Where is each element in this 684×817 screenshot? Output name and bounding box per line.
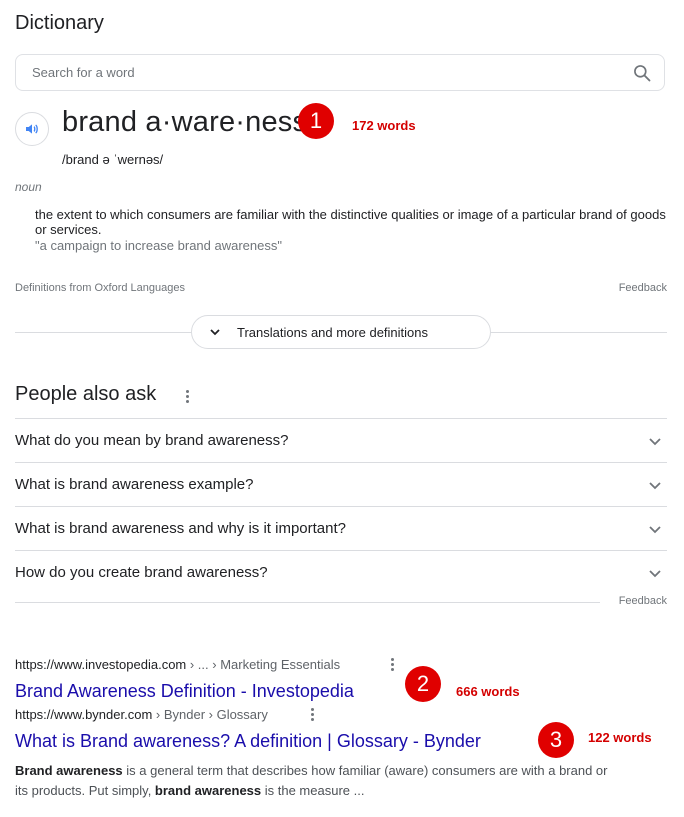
- result-title-link[interactable]: Brand Awareness Definition - Investopedi…: [15, 681, 354, 702]
- result-url-domain: https://www.investopedia.com: [15, 657, 187, 672]
- result-url[interactable]: https://www.investopedia.com › ... › Mar…: [15, 657, 340, 672]
- translations-label: Translations and more definitions: [237, 324, 429, 340]
- chevron-down-icon: [649, 526, 661, 534]
- result-title-link[interactable]: What is Brand awareness? A definition | …: [15, 731, 481, 752]
- result-url-path: › Bynder › Glossary: [152, 707, 268, 722]
- dictionary-search-box[interactable]: [15, 54, 665, 91]
- annotation-word-count-1: 172 words: [352, 118, 416, 133]
- feedback-link[interactable]: Feedback: [619, 595, 667, 607]
- annotation-badge-2: 2: [405, 666, 441, 702]
- chevron-down-icon: [649, 438, 661, 446]
- divider: [15, 602, 600, 603]
- phonetic: /brand ə ˈwernəs/: [62, 152, 164, 167]
- paa-question: What is brand awareness and why is it im…: [15, 520, 346, 537]
- paa-question-row[interactable]: How do you create brand awareness?: [15, 550, 667, 594]
- more-options-icon[interactable]: [186, 390, 190, 405]
- chevron-down-icon: [210, 329, 220, 336]
- paa-question: What is brand awareness example?: [15, 476, 254, 493]
- translations-button[interactable]: Translations and more definitions: [191, 315, 491, 349]
- paa-question-row[interactable]: What is brand awareness example?: [15, 462, 667, 506]
- annotation-word-count-3: 122 words: [588, 730, 652, 745]
- annotation-word-count-2: 666 words: [456, 684, 520, 699]
- dictionary-title: Dictionary: [15, 12, 104, 34]
- result-url[interactable]: https://www.bynder.com › Bynder › Glossa…: [15, 707, 268, 722]
- snippet-text: is the measure ...: [261, 783, 365, 798]
- annotation-badge-3: 3: [538, 722, 574, 758]
- snippet-bold: Brand awareness: [15, 763, 123, 778]
- search-input[interactable]: [30, 64, 614, 81]
- search-icon[interactable]: [632, 63, 652, 83]
- chevron-down-icon: [649, 570, 661, 578]
- result-more-options-icon[interactable]: [391, 658, 395, 673]
- result-more-options-icon[interactable]: [311, 708, 315, 723]
- chevron-down-icon: [649, 482, 661, 490]
- example-text: "a campaign to increase brand awareness": [35, 238, 282, 253]
- part-of-speech: noun: [15, 180, 42, 194]
- headword: brand a·ware·ness: [62, 106, 308, 138]
- feedback-link[interactable]: Feedback: [619, 282, 667, 294]
- result-url-path: › ... › Marketing Essentials: [186, 657, 341, 672]
- speaker-icon: [26, 124, 38, 134]
- definitions-source: Definitions from Oxford Languages: [15, 282, 185, 294]
- snippet-bold: brand awareness: [154, 783, 262, 798]
- definition-text: the extent to which consumers are famili…: [35, 207, 666, 237]
- paa-question: How do you create brand awareness?: [15, 564, 268, 581]
- paa-question: What do you mean by brand awareness?: [15, 432, 289, 449]
- annotation-badge-1: 1: [298, 103, 334, 139]
- people-also-ask-title: People also ask: [15, 383, 157, 405]
- paa-question-row[interactable]: What is brand awareness and why is it im…: [15, 506, 667, 550]
- result-snippet: Brand awareness is a general term that d…: [15, 761, 615, 801]
- result-url-domain: https://www.bynder.com: [15, 707, 153, 722]
- pronunciation-button[interactable]: [15, 112, 49, 146]
- paa-question-row[interactable]: What do you mean by brand awareness?: [15, 418, 667, 462]
